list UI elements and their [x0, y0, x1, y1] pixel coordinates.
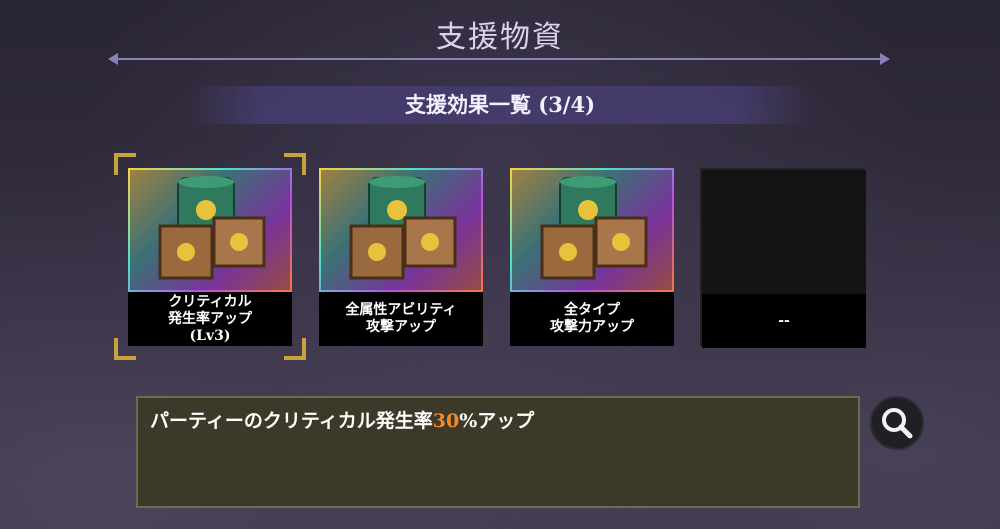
label-line-1: --	[778, 312, 790, 329]
supply-crates-barrel-icon	[510, 168, 674, 292]
effect-card-label: クリティカル 発生率アップ (Lv3)	[128, 292, 292, 346]
title-divider	[110, 58, 888, 60]
zoom-button[interactable]	[870, 396, 924, 450]
label-line-2: 攻撃力アップ	[550, 319, 634, 335]
effect-card-label: 全タイプ 攻撃力アップ	[510, 292, 674, 346]
magnifier-icon	[882, 408, 913, 439]
effect-card-1[interactable]: クリティカル 発生率アップ (Lv3)	[128, 168, 292, 346]
effect-card-label: --	[702, 294, 866, 348]
label-line-2: 発生率アップ	[168, 310, 252, 327]
description-prefix: パーティーのクリティカル発生率	[150, 410, 433, 432]
empty-slot	[702, 170, 866, 294]
label-line-1: 全タイプ	[564, 302, 620, 318]
effect-card-label: 全属性アビリティ 攻撃アップ	[319, 292, 483, 346]
label-line-2: 攻撃アップ	[366, 319, 436, 335]
divider-right-tip	[880, 53, 890, 65]
supply-crates-barrel-icon	[319, 168, 483, 292]
label-line-1: 全属性アビリティ	[345, 302, 457, 318]
effect-description: パーティーのクリティカル発生率30%アップ	[136, 396, 860, 508]
label-line-3: (Lv3)	[189, 327, 231, 344]
divider-left-tip	[108, 53, 118, 65]
label-line-1: クリティカル	[168, 293, 252, 310]
description-suffix: %アップ	[459, 410, 535, 432]
effect-card-4-empty[interactable]: --	[700, 168, 866, 348]
supply-crates-barrel-icon	[128, 168, 292, 292]
effects-banner: 支援効果一覧 (3/4)	[190, 86, 810, 124]
effect-card-2[interactable]: 全属性アビリティ 攻撃アップ	[319, 168, 483, 346]
effect-card-3[interactable]: 全タイプ 攻撃力アップ	[510, 168, 674, 346]
page-title: 支援物資	[436, 20, 564, 55]
description-value: 30	[432, 410, 460, 432]
